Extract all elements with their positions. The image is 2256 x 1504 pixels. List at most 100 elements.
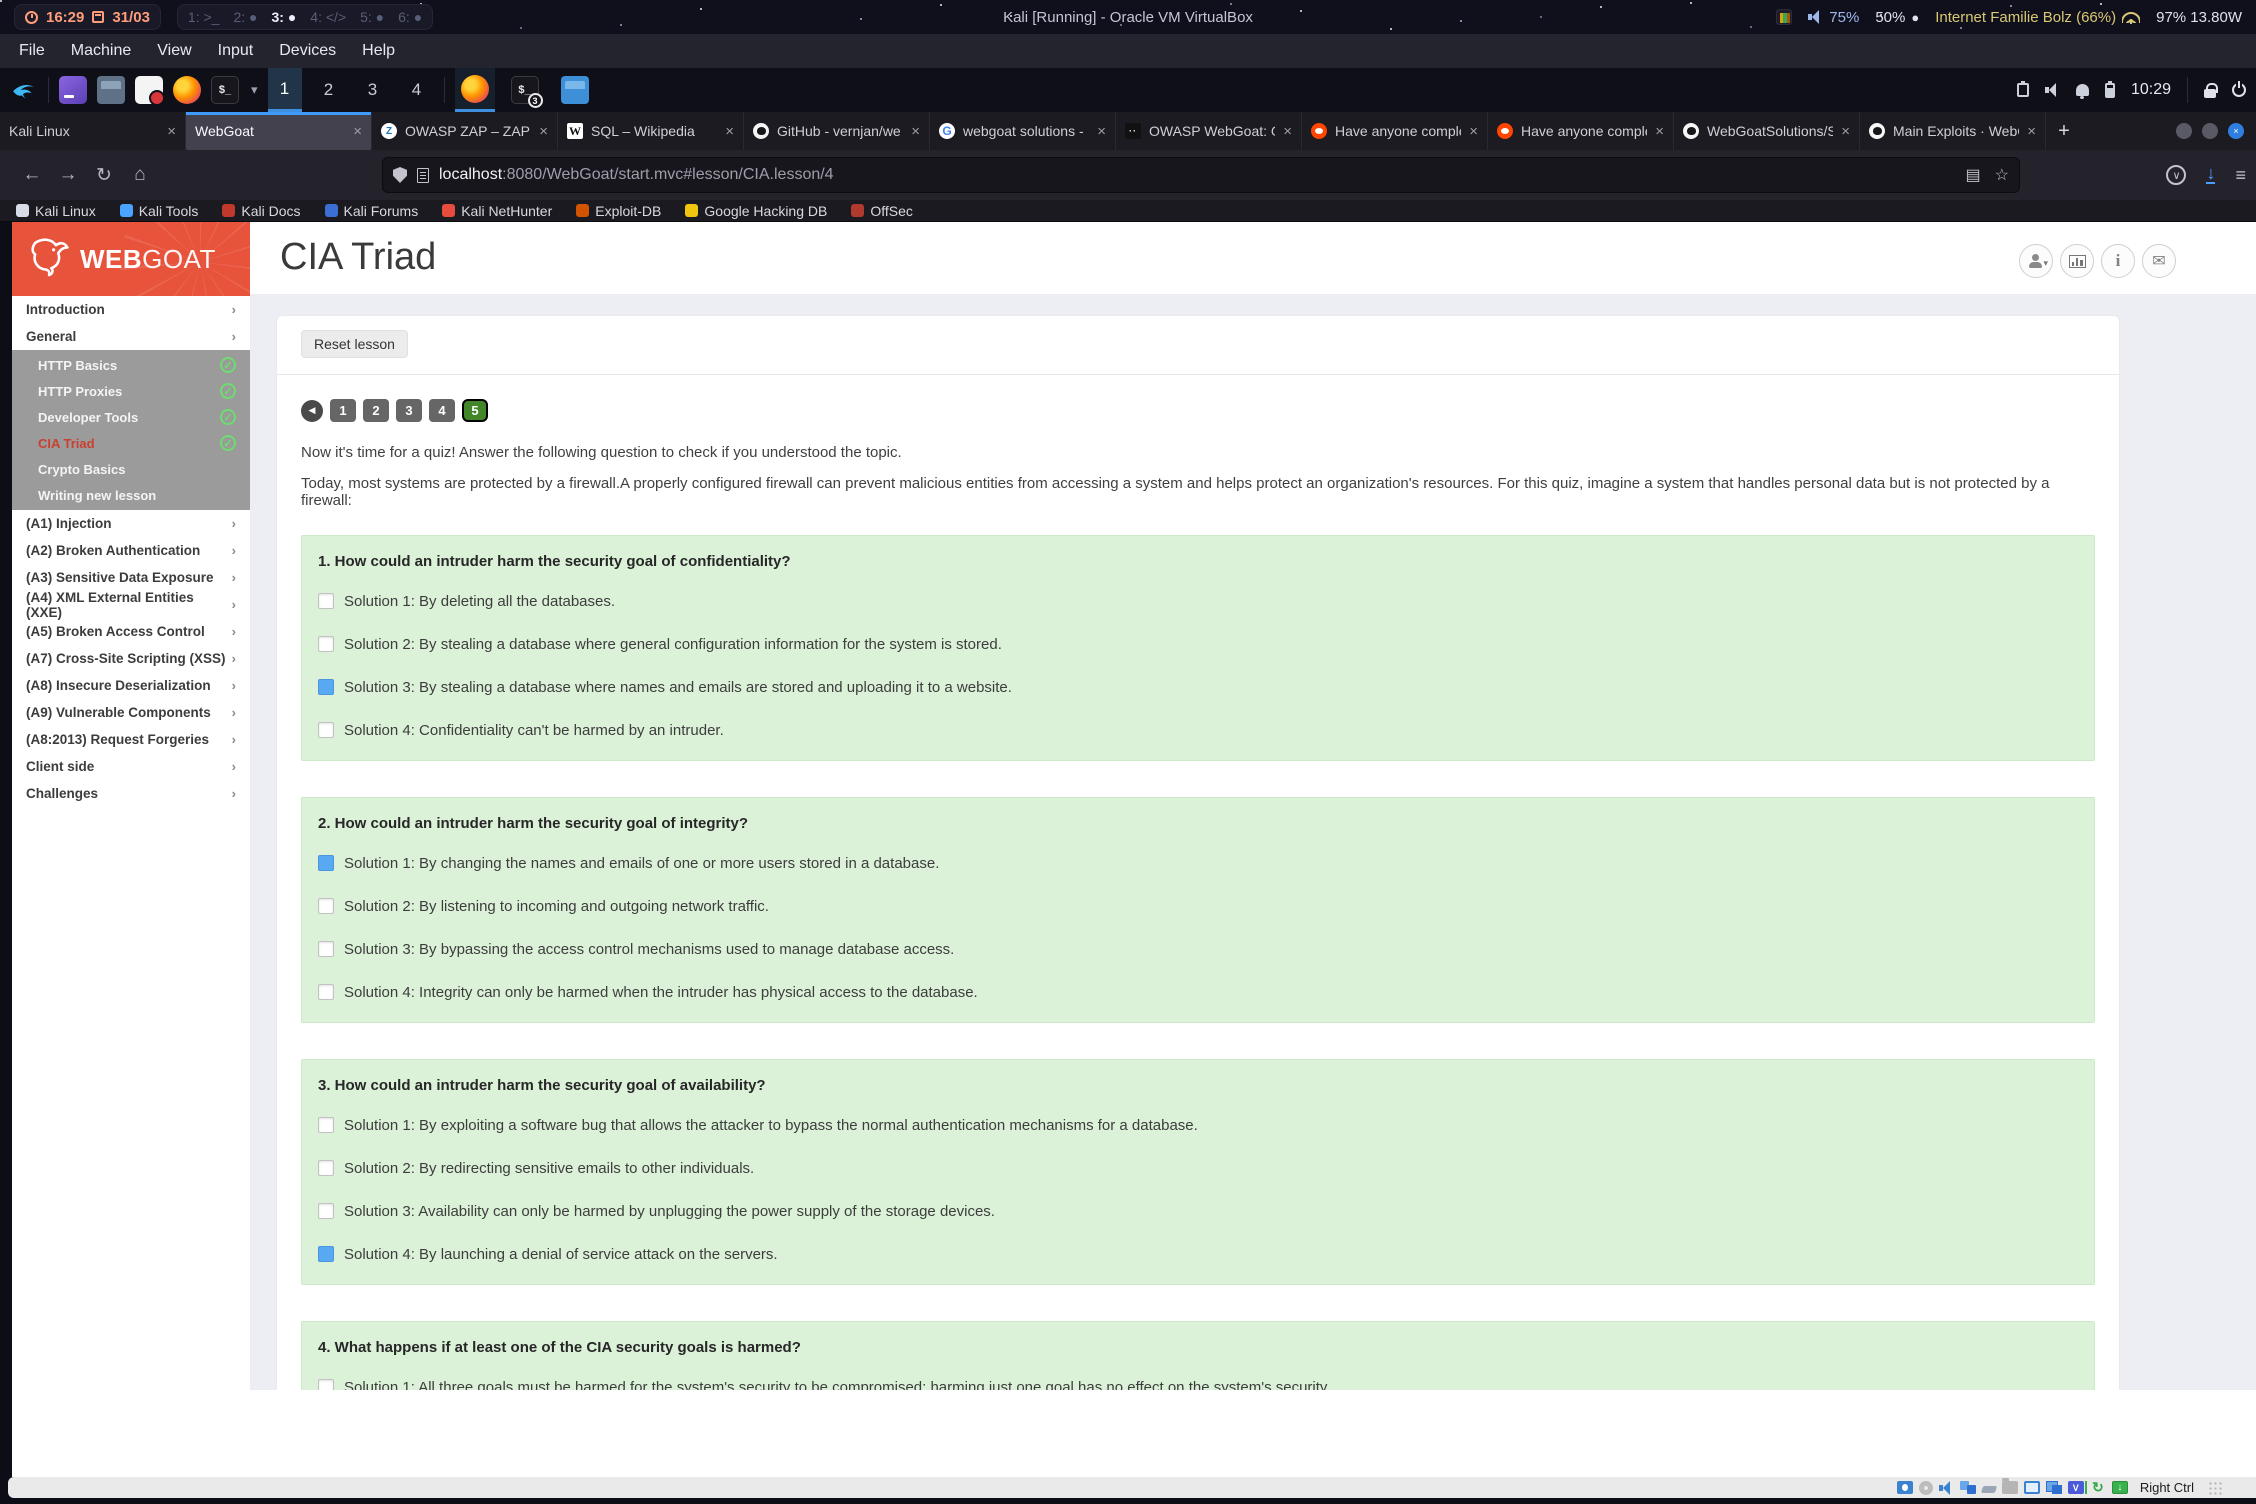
- sidebar-item-crypto-basics[interactable]: Crypto Basics: [12, 456, 250, 482]
- tab-close-icon[interactable]: ×: [911, 123, 920, 140]
- q4-option-1[interactable]: Solution 1: All three goals must be harm…: [318, 1375, 2076, 1390]
- menu-file[interactable]: File: [6, 34, 58, 68]
- checkbox-unchecked[interactable]: [318, 1160, 334, 1176]
- mouse-integration-status-icon[interactable]: ↓: [2112, 1481, 2128, 1494]
- menu-view[interactable]: View: [144, 34, 204, 68]
- checkbox-unchecked[interactable]: [318, 1117, 334, 1133]
- bookmark-kali-docs[interactable]: Kali Docs: [222, 203, 300, 219]
- workspace-button-1[interactable]: 1: [268, 68, 302, 112]
- tab-owasp-zap[interactable]: Z OWASP ZAP – ZAP ×: [372, 112, 558, 150]
- checkbox-unchecked[interactable]: [318, 1379, 334, 1390]
- sidebar-item-writing-new-lesson[interactable]: Writing new lesson: [12, 482, 250, 508]
- network-widget[interactable]: Internet Familie Bolz (66%): [1935, 9, 2140, 26]
- recording-status-icon[interactable]: V: [2068, 1481, 2084, 1494]
- menu-devices[interactable]: Devices: [266, 34, 349, 68]
- tab-close-icon[interactable]: ×: [1469, 123, 1478, 140]
- tab-webgoat-solutions-search[interactable]: G webgoat solutions - ×: [930, 112, 1116, 150]
- page-button-4[interactable]: 4: [429, 399, 455, 422]
- tab-webgoat-active[interactable]: WebGoat ×: [186, 112, 372, 150]
- network-status-icon[interactable]: [1960, 1481, 1976, 1494]
- q3-option-1[interactable]: Solution 1: By exploiting a software bug…: [318, 1113, 2076, 1137]
- tab-sql-wikipedia[interactable]: W SQL – Wikipedia ×: [558, 112, 744, 150]
- taskbar-clock[interactable]: 10:29: [2131, 81, 2171, 99]
- tracking-protection-icon[interactable]: [393, 167, 407, 183]
- scoreboard-button[interactable]: [2060, 244, 2094, 278]
- audio-icon[interactable]: [2045, 83, 2060, 97]
- workspaces-app-icon[interactable]: [59, 76, 87, 104]
- notifications-icon[interactable]: [2076, 84, 2089, 96]
- terminal-launcher-icon[interactable]: $_: [211, 76, 239, 104]
- reset-lesson-button[interactable]: Reset lesson: [301, 330, 408, 358]
- page-button-1[interactable]: 1: [330, 399, 356, 422]
- battery-icon[interactable]: [2105, 83, 2115, 98]
- home-button[interactable]: ⌂: [122, 157, 158, 193]
- tab-close-icon[interactable]: ×: [1283, 123, 1292, 140]
- about-button[interactable]: i: [2101, 244, 2135, 278]
- checkbox-unchecked[interactable]: [318, 636, 334, 652]
- bookmark-google-hacking-db[interactable]: Google Hacking DB: [685, 203, 827, 219]
- page-button-3[interactable]: 3: [396, 399, 422, 422]
- checkbox-unchecked[interactable]: [318, 941, 334, 957]
- q2-option-4[interactable]: Solution 4: Integrity can only be harmed…: [318, 980, 2076, 1004]
- tab-reddit-1[interactable]: Have anyone comple ×: [1302, 112, 1488, 150]
- tab-close-icon[interactable]: ×: [725, 123, 734, 140]
- host-workspace-1[interactable]: 1: >_: [188, 9, 220, 25]
- terminal-dropdown-caret[interactable]: ▾: [251, 82, 258, 98]
- bookmark-exploit-db[interactable]: Exploit-DB: [576, 203, 661, 219]
- systray-app-icon[interactable]: [1776, 9, 1792, 25]
- file-manager-icon[interactable]: [97, 76, 125, 104]
- workspace-button-4[interactable]: 4: [400, 68, 434, 112]
- reader-mode-icon[interactable]: ▤: [1966, 165, 1981, 185]
- checkbox-checked[interactable]: [318, 855, 334, 871]
- q3-option-4[interactable]: Solution 4: By launching a denial of ser…: [318, 1242, 2076, 1266]
- sidebar-item-developer-tools[interactable]: Developer Tools✓: [12, 404, 250, 430]
- sidebar-item-http-proxies[interactable]: HTTP Proxies✓: [12, 378, 250, 404]
- downloads-icon[interactable]: ↓: [2206, 166, 2215, 184]
- prev-page-button[interactable]: ◀: [301, 400, 323, 422]
- workspace-button-2[interactable]: 2: [312, 68, 346, 112]
- sidebar-item-a4-xxe[interactable]: (A4) XML External Entities (XXE)›: [12, 591, 250, 618]
- tab-close-icon[interactable]: ×: [1841, 123, 1850, 140]
- sidebar-item-a3-sensitive-data[interactable]: (A3) Sensitive Data Exposure›: [12, 564, 250, 591]
- pocket-icon[interactable]: ∨: [2166, 165, 2186, 185]
- kali-menu-button[interactable]: [10, 76, 38, 104]
- host-workspace-3[interactable]: 3: ●: [271, 9, 296, 25]
- host-workspace-2[interactable]: 2: ●: [233, 9, 257, 25]
- clipboard-icon[interactable]: [2017, 83, 2029, 97]
- tab-close-icon[interactable]: ×: [353, 123, 362, 140]
- q1-option-2[interactable]: Solution 2: By stealing a database where…: [318, 632, 2076, 656]
- host-workspace-5[interactable]: 5: ●: [360, 9, 384, 25]
- terminal-task-button[interactable]: $_ 3: [505, 68, 545, 112]
- menu-hamburger-icon[interactable]: ≡: [2235, 165, 2246, 186]
- sidebar-item-a1-injection[interactable]: (A1) Injection›: [12, 510, 250, 537]
- sidebar-item-general[interactable]: General›: [12, 323, 250, 350]
- sidebar-item-a7-xss[interactable]: (A7) Cross-Site Scripting (XSS)›: [12, 645, 250, 672]
- q3-option-3[interactable]: Solution 3: Availability can only be har…: [318, 1199, 2076, 1223]
- sidebar-item-http-basics[interactable]: HTTP Basics✓: [12, 352, 250, 378]
- tab-github-vernjan[interactable]: GitHub - vernjan/we ×: [744, 112, 930, 150]
- files-task-button[interactable]: [555, 68, 595, 112]
- q2-option-3[interactable]: Solution 3: By bypassing the access cont…: [318, 937, 2076, 961]
- sidebar-item-a9-vulnerable-components[interactable]: (A9) Vulnerable Components›: [12, 699, 250, 726]
- checkbox-unchecked[interactable]: [318, 1203, 334, 1219]
- bookmark-kali-forums[interactable]: Kali Forums: [325, 203, 419, 219]
- text-editor-icon[interactable]: [135, 76, 163, 104]
- menu-machine[interactable]: Machine: [58, 34, 144, 68]
- host-workspace-4[interactable]: 4: </>: [310, 9, 346, 25]
- url-bar[interactable]: localhost:8080/WebGoat/start.mvc#lesson/…: [382, 157, 2020, 193]
- audio-status-icon[interactable]: [1939, 1481, 1954, 1495]
- page-button-5-active[interactable]: 5: [462, 399, 488, 422]
- display-status-icon[interactable]: [2024, 1481, 2040, 1494]
- tab-close-icon[interactable]: ×: [167, 123, 176, 140]
- page-info-icon[interactable]: [417, 168, 429, 183]
- machine-windows-status-icon[interactable]: [2046, 1481, 2062, 1494]
- checkbox-unchecked[interactable]: [318, 898, 334, 914]
- forward-button[interactable]: →: [50, 157, 86, 193]
- optical-drive-status-icon[interactable]: [1919, 1481, 1933, 1495]
- bookmark-kali-tools[interactable]: Kali Tools: [120, 203, 199, 219]
- sidebar-item-introduction[interactable]: Introduction›: [12, 296, 250, 323]
- q3-option-2[interactable]: Solution 2: By redirecting sensitive ema…: [318, 1156, 2076, 1180]
- sidebar-item-challenges[interactable]: Challenges›: [12, 780, 250, 807]
- window-minimize-button[interactable]: [2176, 123, 2192, 139]
- url-text[interactable]: localhost:8080/WebGoat/start.mvc#lesson/…: [439, 166, 1956, 184]
